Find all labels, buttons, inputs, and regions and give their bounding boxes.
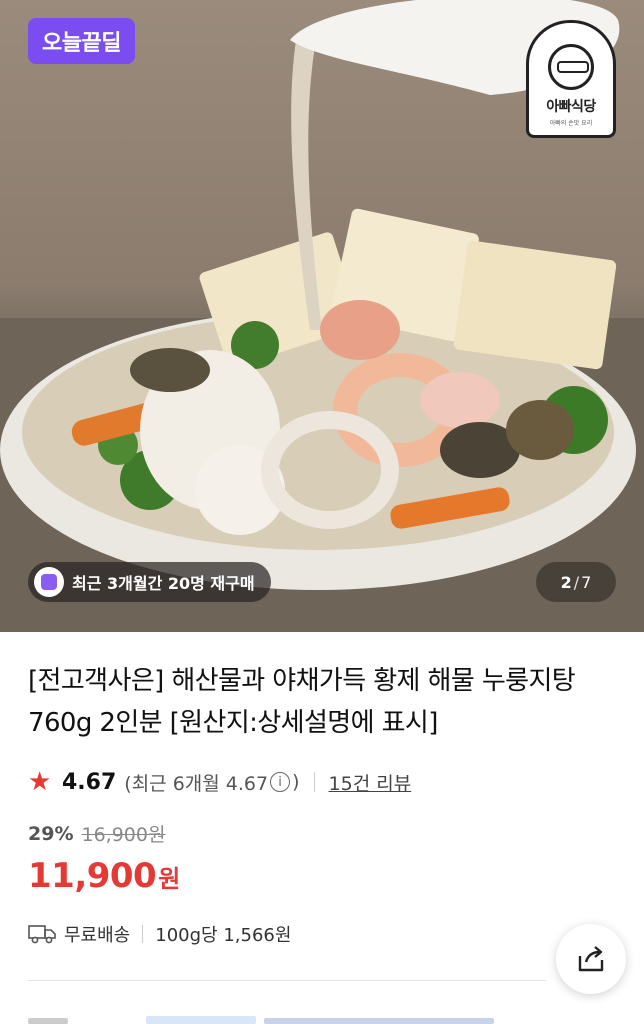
rebuy-text: 최근 3개월간 20명 재구매 [72, 574, 255, 593]
brand-logo-sub: 아빠의 손맛 요리 [549, 120, 593, 127]
pager-current: 2 [560, 572, 572, 592]
pager-separator: / [573, 572, 580, 592]
discount-row: 29% 16,900원 [28, 820, 165, 847]
discount-rate: 29% [28, 822, 74, 845]
section-divider [28, 980, 546, 981]
product-title: [전고객사은] 해산물과 야채가득 황제 해물 누룽지탕 760g 2인분 [원… [28, 660, 618, 744]
brand-logo: 아빠식당 아빠의 손맛 요리 [526, 20, 616, 138]
original-price: 16,900원 [81, 824, 166, 846]
rating-value: 4.67 [62, 769, 117, 795]
next-section-peek [0, 1014, 644, 1024]
image-pager: 2 / 7 [536, 562, 616, 602]
share-icon [578, 946, 604, 972]
brand-logo-name: 아빠식당 [546, 99, 596, 115]
pager-total: 7 [581, 572, 592, 592]
shopping-bag-icon [34, 567, 64, 597]
divider [142, 925, 144, 943]
product-info: [전고객사은] 해산물과 야채가득 황제 해물 누룽지탕 760g 2인분 [원… [28, 660, 618, 744]
price-row: 11,900 원 [28, 856, 180, 896]
product-title-line-2: 760g 2인분 [원산지:상세설명에 표시] [28, 708, 438, 738]
product-image[interactable]: 오늘끝딜 아빠식당 아빠의 손맛 요리 최근 3개월간 20명 재구매 2 / … [0, 0, 644, 632]
review-count-link[interactable]: 15건 리뷰 [329, 769, 412, 796]
sale-price: 11,900 [28, 856, 157, 896]
info-icon[interactable]: i [270, 772, 291, 792]
rating-row: ★ 4.67 (최근 6개월 4.67 i ) 15건 리뷰 [28, 764, 411, 800]
rating-period-close: ) [292, 771, 300, 793]
free-shipping-label: 무료배송 [64, 925, 131, 946]
rebuy-badge: 최근 3개월간 20명 재구매 [28, 562, 271, 602]
unit-price: 100g당 1,566원 [155, 925, 292, 946]
shipping-row: 무료배송 100g당 1,566원 [28, 917, 291, 951]
sale-price-unit: 원 [158, 865, 181, 893]
chef-face-icon [548, 44, 594, 90]
deal-badge: 오늘끝딜 [28, 18, 135, 64]
truck-icon [28, 925, 56, 944]
rating-period: (최근 6개월 4.67 [124, 772, 269, 795]
star-icon: ★ [28, 767, 52, 797]
divider [313, 772, 315, 792]
share-button[interactable] [556, 924, 626, 994]
product-title-line-1: [전고객사은] 해산물과 야채가득 황제 해물 누룽지탕 [28, 666, 576, 696]
